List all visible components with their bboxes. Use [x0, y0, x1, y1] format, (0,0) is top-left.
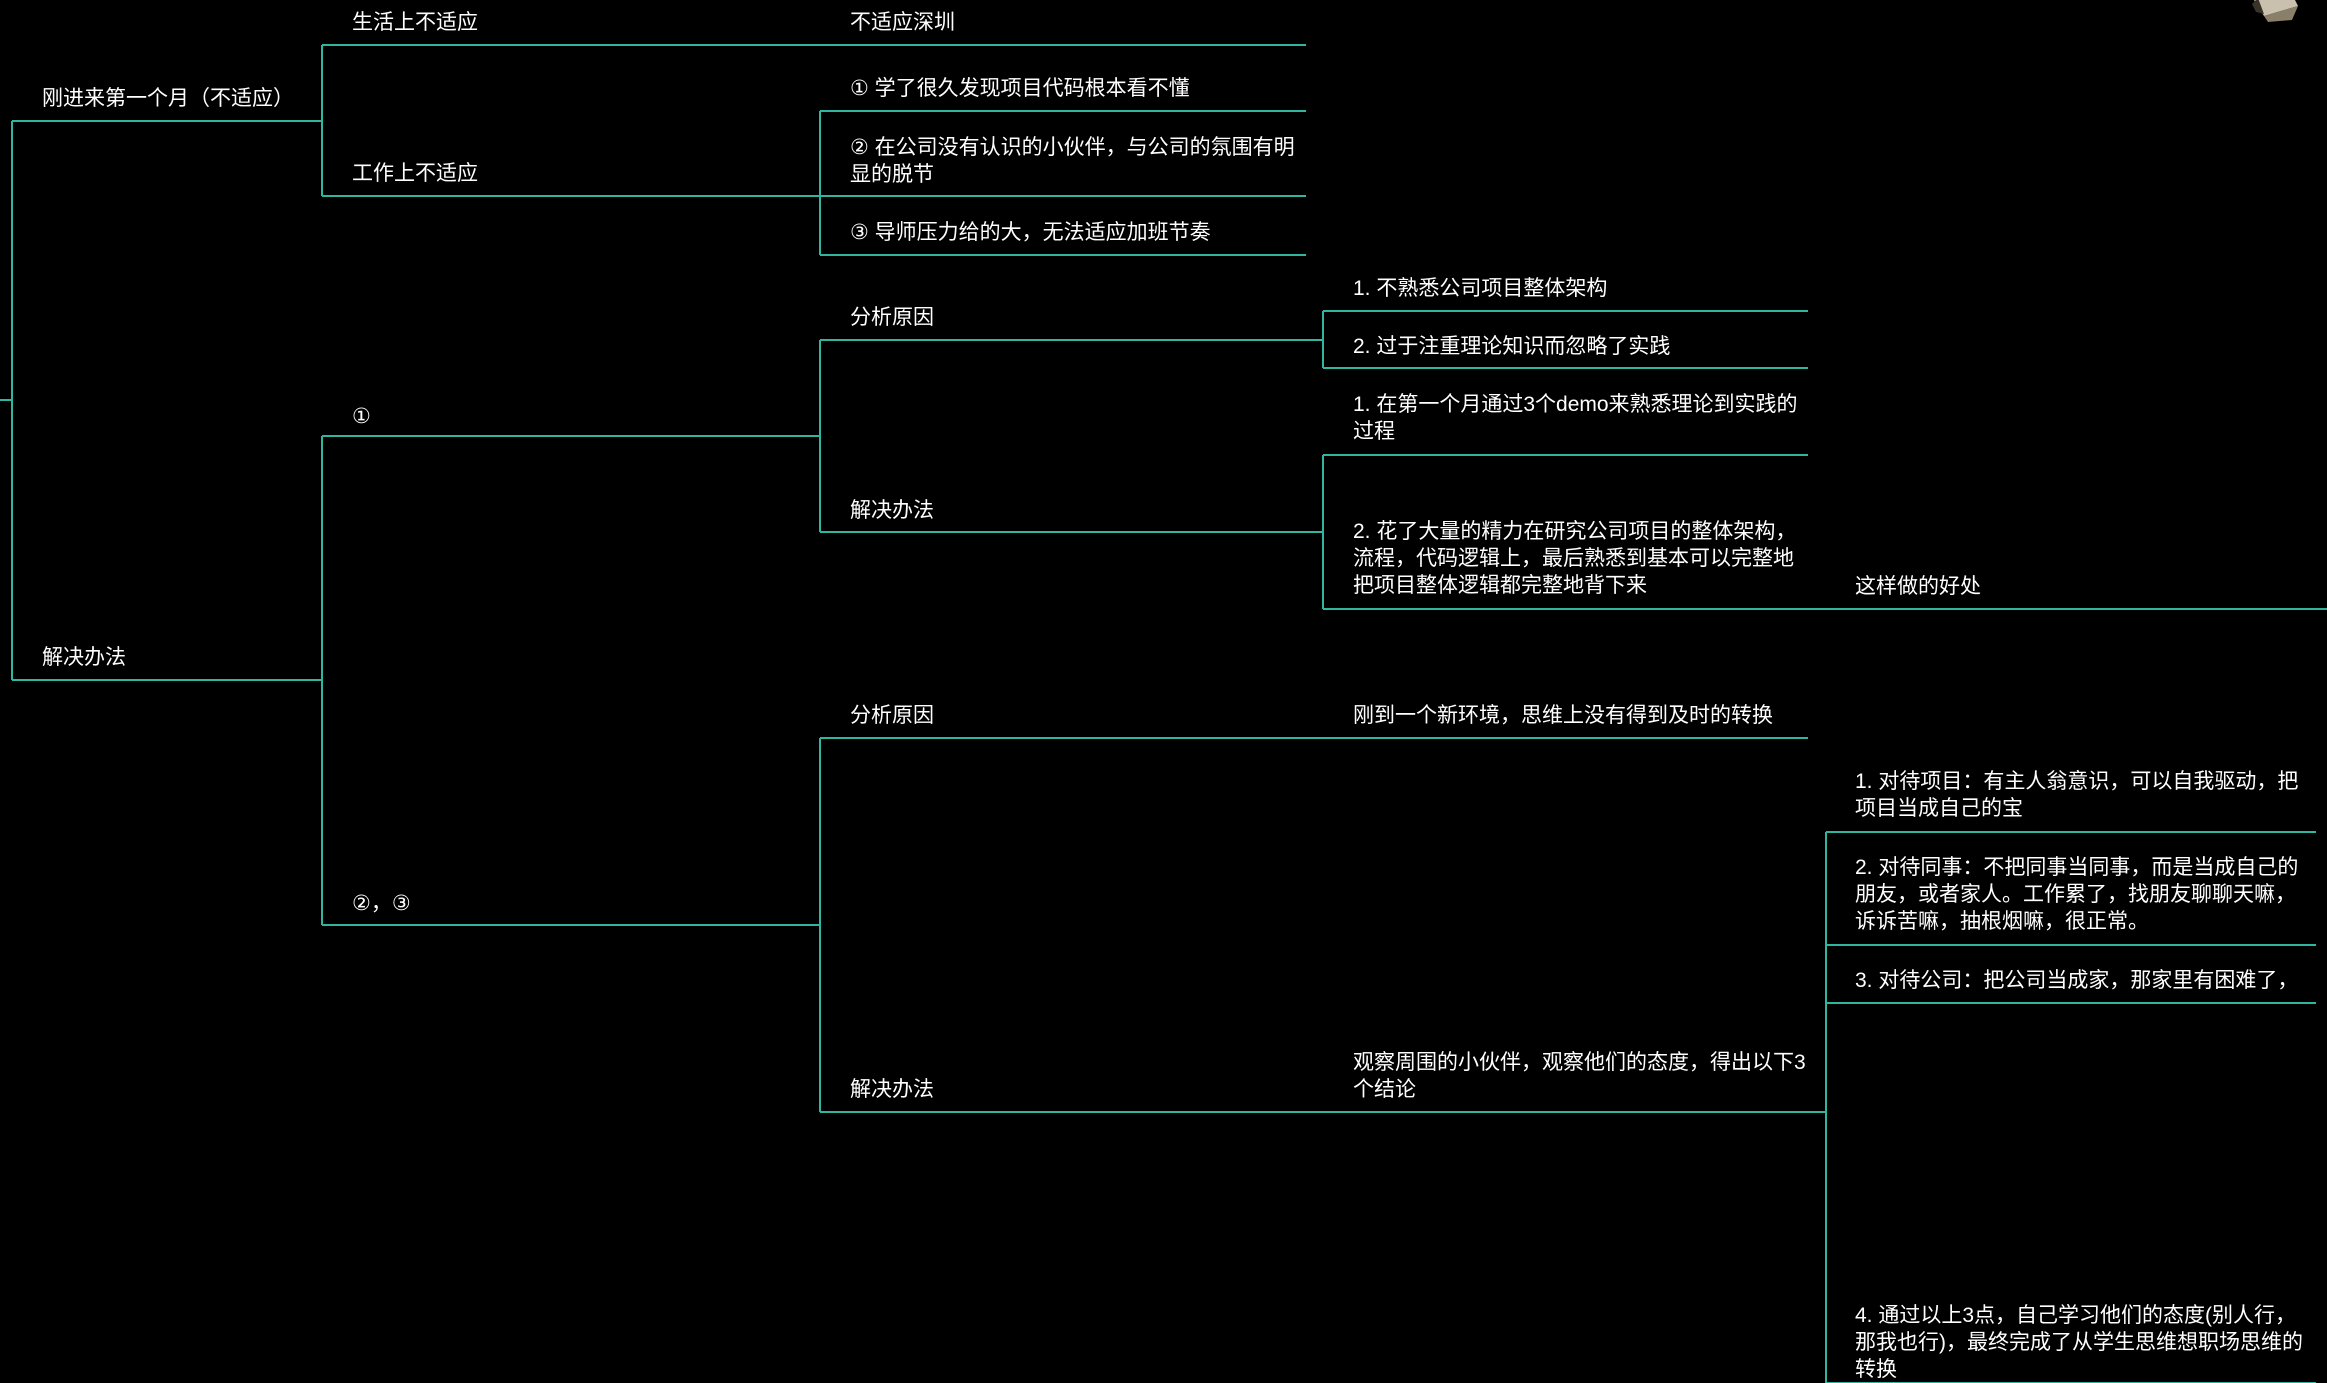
mindmap-canvas: 刚进来第一个月（不适应） 解决办法 生活上不适应 工作上不适应 不适应深圳 ① … — [0, 0, 2327, 1383]
pencil-icon[interactable] — [2248, 0, 2327, 34]
node-work-item-2[interactable]: ② 在公司没有认识的小伙伴，与公司的氛围有明显的脱节 — [850, 134, 1300, 188]
node-item1-cause-1[interactable]: 1. 不熟悉公司项目整体架构 — [1353, 275, 1808, 302]
node-item23[interactable]: ②，③ — [352, 890, 792, 917]
node-solution[interactable]: 解决办法 — [42, 644, 312, 671]
node-item23-observe[interactable]: 观察周围的小伙伴，观察他们的态度，得出以下3个结论 — [1353, 1049, 1808, 1103]
node-item23-cause-detail[interactable]: 刚到一个新环境，思维上没有得到及时的转换 — [1353, 702, 1808, 729]
node-first-month[interactable]: 刚进来第一个月（不适应） — [42, 85, 312, 112]
node-item1-cause[interactable]: 分析原因 — [850, 304, 1300, 331]
node-item1-solution-2[interactable]: 2. 花了大量的精力在研究公司项目的整体架构，流程，代码逻辑上，最后熟悉到基本可… — [1353, 518, 1808, 599]
node-conclusion-2[interactable]: 2. 对待同事：不把同事当同事，而是当成自己的朋友，或者家人。工作累了，找朋友聊… — [1855, 854, 2315, 935]
node-conclusion-3[interactable]: 3. 对待公司：把公司当成家，那家里有困难了， — [1855, 967, 2315, 994]
node-work-unfit[interactable]: 工作上不适应 — [352, 160, 792, 187]
node-work-item-1[interactable]: ① 学了很久发现项目代码根本看不懂 — [850, 75, 1300, 102]
node-work-item-3[interactable]: ③ 导师压力给的大，无法适应加班节奏 — [850, 219, 1300, 246]
node-item23-cause[interactable]: 分析原因 — [850, 702, 1300, 729]
node-item1[interactable]: ① — [352, 403, 792, 430]
mindmap-connector-layer — [0, 44, 2327, 1383]
node-life-unfit[interactable]: 生活上不适应 — [352, 9, 792, 36]
node-item1-benefit[interactable]: 这样做的好处 — [1855, 573, 2315, 600]
node-item1-cause-2[interactable]: 2. 过于注重理论知识而忽略了实践 — [1353, 333, 1808, 360]
node-conclusion-4[interactable]: 4. 通过以上3点，自己学习他们的态度(别人行，那我也行)，最终完成了从学生思维… — [1855, 1302, 2315, 1383]
node-life-detail[interactable]: 不适应深圳 — [850, 9, 1300, 36]
node-item1-solution-1[interactable]: 1. 在第一个月通过3个demo来熟悉理论到实践的过程 — [1353, 391, 1808, 445]
node-item1-solution[interactable]: 解决办法 — [850, 497, 1300, 524]
node-item23-solution[interactable]: 解决办法 — [850, 1076, 1300, 1103]
node-conclusion-1[interactable]: 1. 对待项目：有主人翁意识，可以自我驱动，把项目当成自己的宝 — [1855, 768, 2315, 822]
